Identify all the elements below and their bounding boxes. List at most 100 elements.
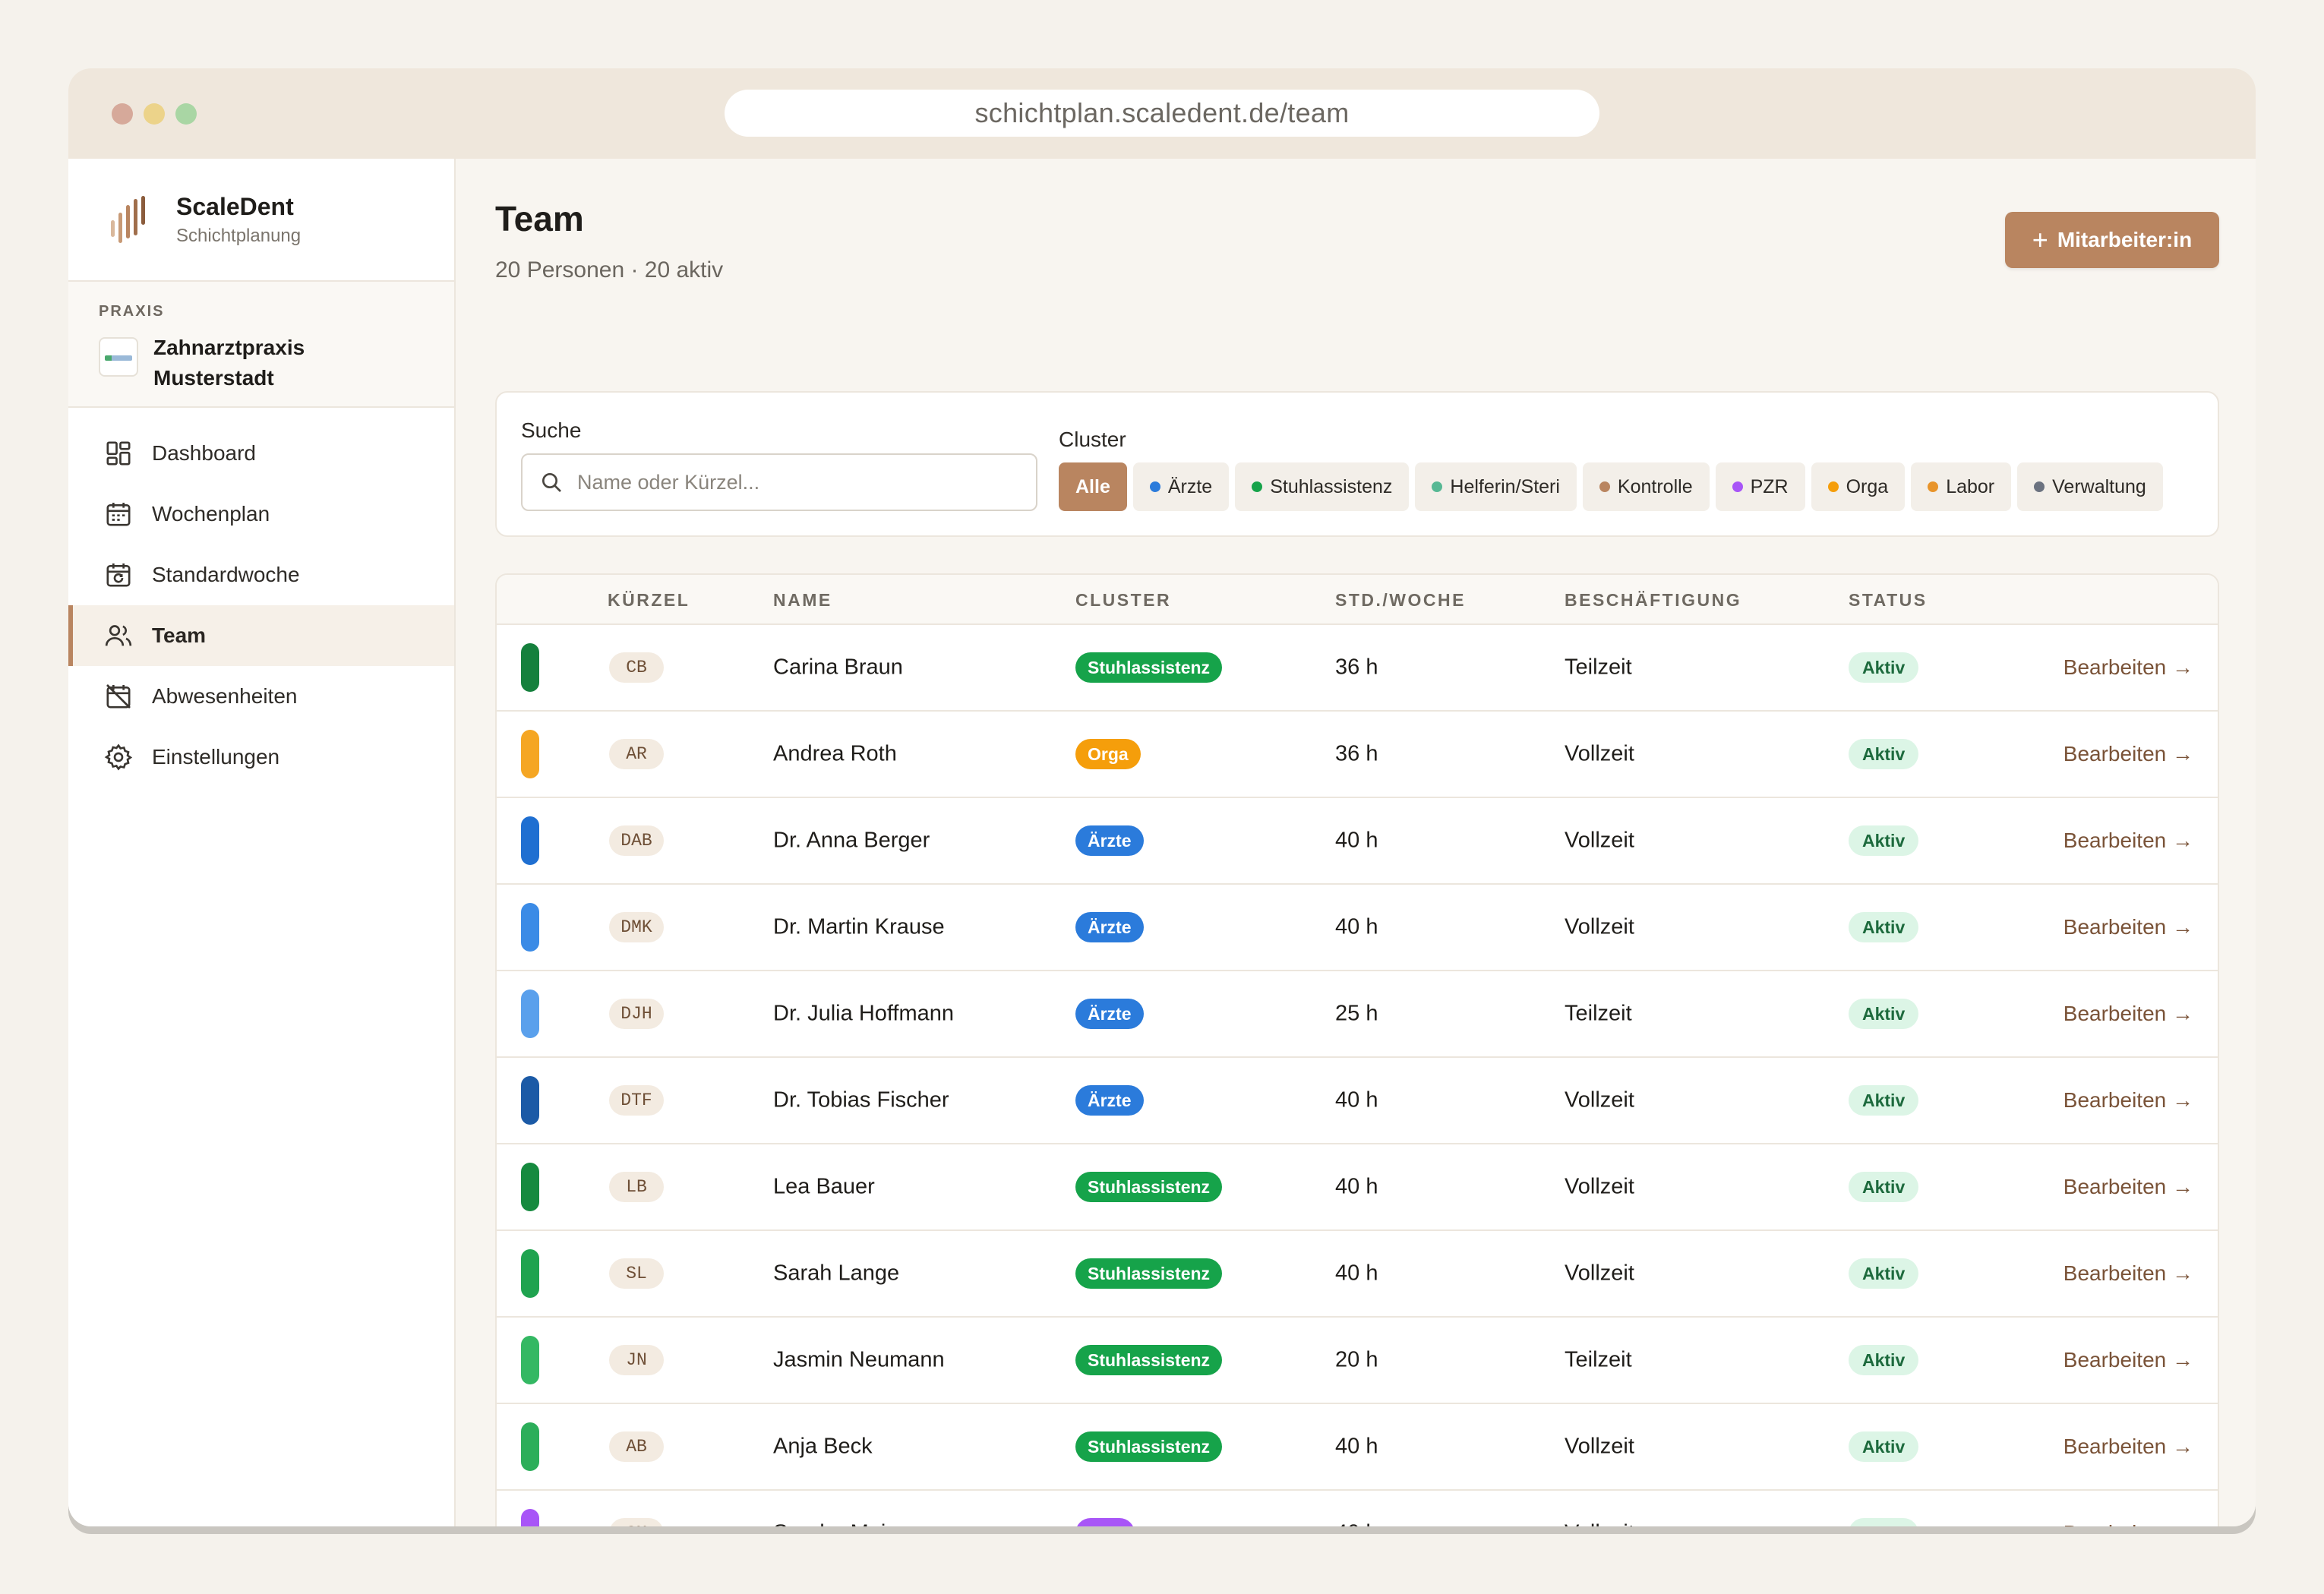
cluster-chip-label: Orga	[1846, 475, 1889, 497]
table-row[interactable]: SM Sandra Meier PZR 40 h Vollzeit Aktiv Bearbe…	[497, 1491, 2218, 1526]
edit-link[interactable]: Bearbeiten →	[2063, 1175, 2193, 1199]
table-row[interactable]: DJH Dr. Julia Hoffmann Ärzte 25 h Teilzeit Ak…	[497, 971, 2218, 1058]
brand[interactable]: ScaleDent Schichtplanung	[68, 159, 454, 282]
cluster-chip[interactable]: Helferin/Steri	[1415, 462, 1577, 511]
member-color-bar	[521, 1336, 539, 1384]
edit-link[interactable]: Bearbeiten →	[2063, 829, 2193, 853]
cluster-chip-label: PZR	[1750, 475, 1789, 497]
kuerzel-badge: AR	[609, 739, 664, 769]
table-row[interactable]: DMK Dr. Martin Krause Ärzte 40 h Vollzeit Akt…	[497, 885, 2218, 971]
hours-per-week: 40 h	[1335, 1261, 1378, 1286]
cluster-chip[interactable]: Labor	[1911, 462, 2012, 511]
member-color-bar	[521, 643, 539, 692]
calendar-repeat-icon	[106, 563, 131, 587]
search-field[interactable]	[521, 453, 1037, 511]
edit-link[interactable]: Bearbeiten →	[2063, 1521, 2193, 1526]
add-employee-button[interactable]: + Mitarbeiter:in	[2005, 212, 2219, 268]
cluster-color-dot	[1928, 481, 1939, 492]
edit-link[interactable]: Bearbeiten →	[2063, 1435, 2193, 1459]
brand-subtitle: Schichtplanung	[176, 225, 302, 246]
sidebar-item-team[interactable]: Team	[68, 605, 454, 666]
sidebar-item-einstellungen[interactable]: Einstellungen	[68, 727, 454, 788]
maximize-window-dot[interactable]	[175, 103, 197, 125]
column-header-hours[interactable]: STD./WOCHE	[1335, 590, 1466, 611]
table-row[interactable]: CB Carina Braun Stuhlassistenz 36 h Teilzeit…	[497, 625, 2218, 712]
employment-type: Teilzeit	[1565, 1001, 1632, 1026]
edit-link[interactable]: Bearbeiten →	[2063, 742, 2193, 766]
cluster-chip-label: Labor	[1946, 475, 1995, 497]
kuerzel-badge: DTF	[609, 1085, 664, 1116]
table-row[interactable]: AR Andrea Roth Orga 36 h Vollzeit Aktiv Bearbe…	[497, 712, 2218, 798]
column-header-kuerzel[interactable]: KÜRZEL	[608, 590, 690, 611]
sidebar-item-wochenplan[interactable]: Wochenplan	[68, 484, 454, 544]
kuerzel-badge: SL	[609, 1258, 664, 1289]
cluster-chip[interactable]: Verwaltung	[2017, 462, 2163, 511]
member-name: Dr. Julia Hoffmann	[773, 1001, 955, 1026]
minimize-window-dot[interactable]	[144, 103, 165, 125]
search-icon	[542, 473, 561, 492]
cluster-label: Cluster	[1059, 428, 1126, 451]
status-badge: Aktiv	[1849, 1085, 1919, 1116]
cluster-color-dot	[1732, 481, 1743, 492]
edit-link[interactable]: Bearbeiten →	[2063, 1348, 2193, 1372]
edit-link[interactable]: Bearbeiten →	[2063, 1002, 2193, 1026]
kuerzel-badge: DMK	[609, 912, 664, 942]
calendar-icon	[106, 503, 131, 526]
cluster-badge: Stuhlassistenz	[1075, 652, 1223, 683]
cluster-badge: Stuhlassistenz	[1075, 1345, 1223, 1375]
status-badge: Aktiv	[1849, 1172, 1919, 1202]
member-name: Anja Beck	[773, 1434, 873, 1459]
status-badge: Aktiv	[1849, 652, 1919, 683]
sidebar-item-dashboard[interactable]: Dashboard	[68, 423, 454, 484]
plus-icon: +	[2032, 224, 2048, 255]
table-row[interactable]: LB Lea Bauer Stuhlassistenz 40 h Vollzeit Akt…	[497, 1144, 2218, 1231]
column-header-name[interactable]: NAME	[773, 590, 832, 611]
table-row[interactable]: JN Jasmin Neumann Stuhlassistenz 20 h Teilze…	[497, 1318, 2218, 1404]
cluster-chip[interactable]: Alle	[1059, 462, 1127, 511]
sidebar-item-abwesenheiten[interactable]: Abwesenheiten	[68, 666, 454, 727]
cluster-chip-label: Helferin/Steri	[1450, 475, 1560, 497]
edit-link[interactable]: Bearbeiten →	[2063, 1088, 2193, 1113]
table-body: CB Carina Braun Stuhlassistenz 36 h Teilzeit…	[497, 625, 2218, 1526]
column-header-cluster[interactable]: CLUSTER	[1075, 590, 1171, 611]
status-badge: Aktiv	[1849, 1345, 1919, 1375]
cluster-chip[interactable]: Kontrolle	[1582, 462, 1710, 511]
table-row[interactable]: SL Sarah Lange Stuhlassistenz 40 h Vollzeit A…	[497, 1231, 2218, 1318]
cluster-badge: PZR	[1075, 1518, 1135, 1526]
sidebar-item-label: Standardwoche	[152, 563, 300, 586]
browser-titlebar: schichtplan.scaledent.de/team	[68, 68, 2256, 159]
users-icon	[105, 625, 132, 646]
table-row[interactable]: DTF Dr. Tobias Fischer Ärzte 40 h Vollzeit Ak…	[497, 1058, 2218, 1144]
address-bar[interactable]: schichtplan.scaledent.de/team	[725, 90, 1599, 137]
search-input[interactable]	[577, 470, 1003, 494]
employment-type: Vollzeit	[1565, 1087, 1634, 1113]
cluster-chip[interactable]: Ärzte	[1132, 462, 1230, 511]
cluster-chip-label: Ärzte	[1167, 475, 1213, 497]
praxis-selector[interactable]: PRAXIS Zahnarztpraxis Musterstadt	[68, 282, 454, 408]
column-header-status[interactable]: STATUS	[1849, 590, 1928, 611]
hours-per-week: 40 h	[1335, 1174, 1378, 1199]
cluster-chip[interactable]: Orga	[1811, 462, 1906, 511]
column-header-employment[interactable]: BESCHÄFTIGUNG	[1565, 590, 1741, 611]
cluster-color-dot	[1599, 481, 1610, 492]
sidebar-item-label: Team	[152, 623, 207, 647]
member-color-bar	[521, 1509, 539, 1526]
hours-per-week: 20 h	[1335, 1347, 1378, 1372]
member-color-bar	[521, 1163, 539, 1211]
member-color-bar	[521, 1076, 539, 1125]
cluster-chip-label: Stuhlassistenz	[1270, 475, 1393, 497]
edit-link[interactable]: Bearbeiten →	[2063, 655, 2193, 680]
cluster-chip-label: Alle	[1075, 475, 1110, 497]
brand-name: ScaleDent	[176, 192, 294, 220]
table-row[interactable]: DAB Dr. Anna Berger Ärzte 40 h Vollzeit Aktiv…	[497, 798, 2218, 885]
member-color-bar	[521, 816, 539, 865]
edit-link[interactable]: Bearbeiten →	[2063, 1261, 2193, 1286]
close-window-dot[interactable]	[112, 103, 133, 125]
cluster-chip[interactable]: PZR	[1715, 462, 1805, 511]
edit-link[interactable]: Bearbeiten →	[2063, 915, 2193, 939]
cluster-chip[interactable]: Stuhlassistenz	[1235, 462, 1410, 511]
cluster-color-dot	[2034, 481, 2045, 492]
page-subtitle: 20 Personen · 20 aktiv	[495, 257, 724, 283]
sidebar-item-standardwoche[interactable]: Standardwoche	[68, 544, 454, 605]
table-row[interactable]: AB Anja Beck Stuhlassistenz 40 h Vollzeit Akt…	[497, 1404, 2218, 1491]
